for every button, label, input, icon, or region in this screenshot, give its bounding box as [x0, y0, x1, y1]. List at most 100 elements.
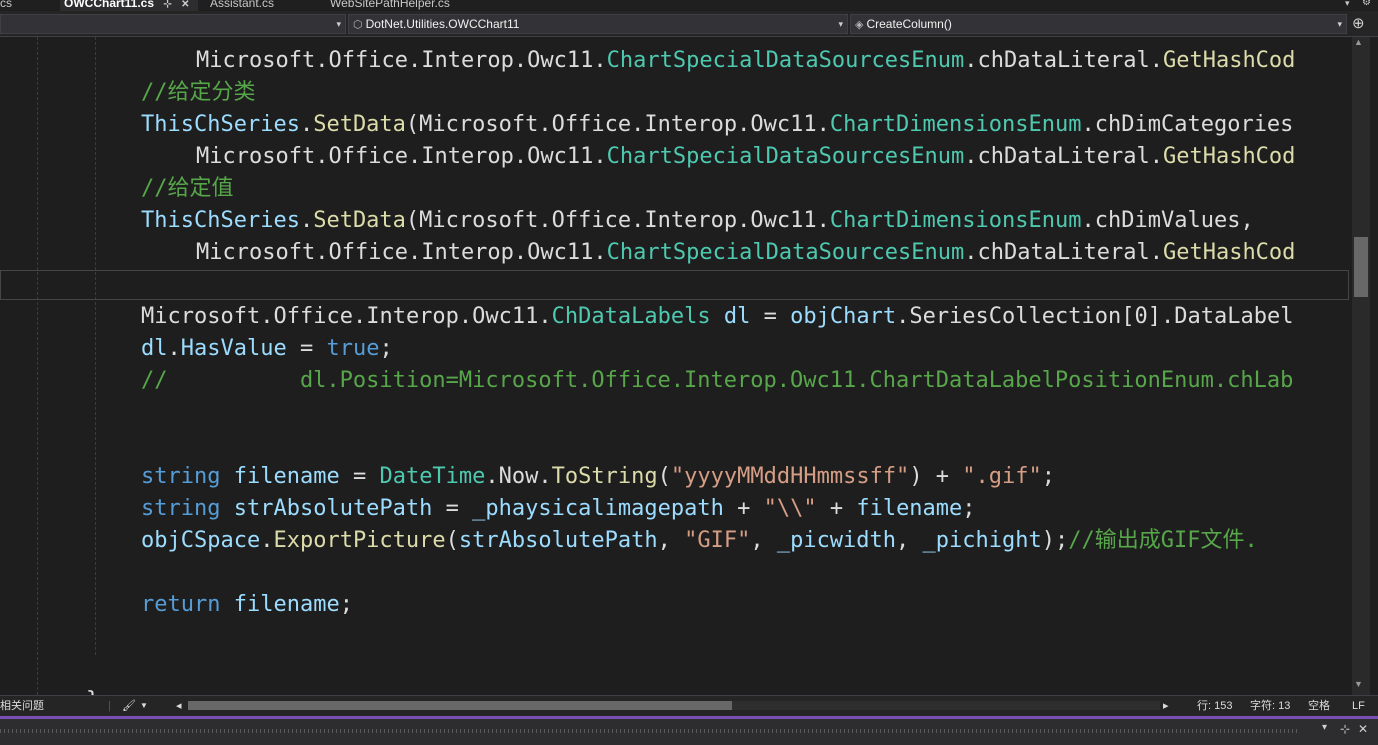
code-token: dl: [141, 336, 168, 361]
code-line[interactable]: objCSpace.ExportPicture(strAbsolutePath,…: [141, 525, 1258, 557]
code-editor[interactable]: Microsoft.Office.Interop.Owc11.ChartSpec…: [0, 37, 1350, 695]
code-line[interactable]: dl.HasValue = true;: [141, 333, 393, 365]
code-token: _phaysicalimagepath: [472, 496, 724, 521]
code-token: Office: [551, 112, 632, 137]
code-token: chDataLiteral: [977, 240, 1150, 265]
close-icon[interactable]: ✕: [1358, 722, 1368, 736]
class-combo-value: DotNet.Utilities.OWCChart11: [365, 17, 520, 31]
code-token: .: [260, 528, 274, 553]
member-combo[interactable]: ◈ CreateColumn() ▾: [850, 14, 1347, 34]
code-token: Owc11: [527, 240, 594, 265]
code-token: .: [631, 208, 645, 233]
code-line[interactable]: }: [86, 685, 99, 695]
line-indicator[interactable]: 行: 153: [1197, 696, 1232, 716]
code-token: .: [593, 144, 607, 169]
related-issues-label[interactable]: 相关问题: [0, 696, 44, 716]
code-token: Owc11: [750, 208, 817, 233]
code-line[interactable]: Microsoft.Office.Interop.Owc11.ChartSpec…: [196, 141, 1295, 173]
brush-icon[interactable]: 🖌: [122, 696, 136, 716]
code-token: //给定分类: [141, 80, 256, 105]
scroll-down-icon[interactable]: ▼: [1354, 679, 1363, 689]
code-token: .: [260, 304, 274, 329]
code-token: .: [896, 304, 910, 329]
code-line[interactable]: ThisChSeries.SetData(Microsoft.Office.In…: [141, 109, 1293, 141]
scroll-up-icon[interactable]: ▲: [1354, 37, 1363, 47]
code-token: .: [513, 240, 528, 265]
tab-assistant[interactable]: Assistant.cs: [210, 0, 274, 11]
code-token: Microsoft: [419, 112, 539, 137]
pin-icon[interactable]: ⊹: [163, 0, 171, 10]
vertical-scroll-track[interactable]: [1352, 37, 1370, 695]
chevron-down-icon[interactable]: ▼: [140, 696, 148, 716]
code-token: ThisChSeries: [141, 112, 300, 137]
code-token: ) +: [909, 464, 963, 489]
tab-overflow-icon[interactable]: ▾: [1345, 0, 1350, 11]
code-line[interactable]: ThisChSeries.SetData(Microsoft.Office.In…: [141, 205, 1254, 237]
code-token: (: [405, 208, 420, 233]
code-line[interactable]: Microsoft.Office.Interop.Owc11.ChDataLab…: [141, 301, 1293, 333]
code-line[interactable]: return filename;: [141, 589, 353, 621]
line-ending-indicator[interactable]: LF: [1352, 696, 1365, 716]
code-line[interactable]: //给定值: [141, 173, 234, 205]
code-token: .: [631, 112, 645, 137]
code-line[interactable]: //给定分类: [141, 77, 256, 109]
close-icon[interactable]: ✕: [181, 0, 189, 10]
code-token: _picwidth: [776, 528, 897, 553]
code-token: .: [964, 144, 978, 169]
code-token: .: [964, 240, 978, 265]
code-token: Owc11: [527, 144, 594, 169]
code-token: ThisChSeries: [141, 208, 300, 233]
code-token: (: [445, 528, 459, 553]
panel-menu-icon[interactable]: ▾: [1322, 722, 1327, 733]
code-token: Office: [328, 240, 408, 265]
code-token: objChart: [790, 304, 897, 329]
horizontal-scroll-thumb[interactable]: [188, 701, 732, 710]
code-token: //给定值: [141, 176, 234, 201]
code-line[interactable]: string filename = DateTime.Now.ToString(…: [141, 461, 1055, 493]
code-token: .: [816, 208, 830, 233]
vertical-scrollbar[interactable]: ▲ ▼: [1350, 37, 1378, 695]
code-token: .: [964, 48, 978, 73]
code-token: ,: [657, 528, 685, 553]
tab-websitepathhelper[interactable]: WebSitePathHelper.cs: [330, 0, 450, 11]
whitespace-indicator[interactable]: 空格: [1308, 696, 1330, 716]
code-token: ".gif": [962, 464, 1042, 489]
code-line[interactable]: string strAbsolutePath = _phaysicalimage…: [141, 493, 976, 525]
code-token: objCSpace: [141, 528, 261, 553]
code-line[interactable]: Microsoft.Office.Interop.Owc11.ChartSpec…: [196, 237, 1295, 269]
class-combo[interactable]: ⬡ DotNet.Utilities.OWCChart11 ▾: [348, 14, 848, 34]
settings-icon[interactable]: ⚙: [1362, 0, 1371, 11]
code-line[interactable]: // dl.Position=Microsoft.Office.Interop.…: [141, 365, 1293, 397]
panel-grip[interactable]: [0, 729, 1300, 733]
tab-strip: cs OWCChart11.cs ⊹ ✕ Assistant.cs WebSit…: [0, 0, 1378, 11]
code-token: ;: [962, 496, 976, 521]
code-token: .: [1081, 208, 1095, 233]
code-token: .: [1149, 48, 1163, 73]
scroll-right-icon[interactable]: ▸: [1163, 696, 1169, 716]
vertical-scroll-thumb[interactable]: [1354, 237, 1368, 297]
code-line[interactable]: Microsoft.Office.Interop.Owc11.ChartSpec…: [196, 45, 1295, 77]
code-token: // dl.Position=Microsoft.Office.Interop.…: [141, 368, 1294, 393]
scroll-left-icon[interactable]: ◂: [176, 696, 182, 716]
pin-icon[interactable]: ⊹: [1340, 722, 1350, 736]
code-token: chDataLiteral: [977, 48, 1150, 73]
code-token: +: [816, 496, 857, 521]
tab-previous[interactable]: cs: [0, 0, 12, 11]
indent-guide: [95, 37, 96, 655]
code-token: HasValue: [180, 336, 287, 361]
code-token: }: [86, 688, 99, 695]
code-token: ChartDimensionsEnum: [829, 208, 1082, 233]
code-token: .: [513, 48, 528, 73]
code-token: Microsoft: [196, 144, 316, 169]
code-token: .: [538, 112, 552, 137]
code-token: string: [141, 496, 221, 521]
code-token: +: [723, 496, 764, 521]
code-token: ,: [750, 528, 777, 553]
char-indicator[interactable]: 字符: 13: [1250, 696, 1290, 716]
code-token: (: [657, 464, 671, 489]
split-editor-icon[interactable]: ⊕: [1352, 14, 1365, 32]
project-combo[interactable]: ▾: [0, 14, 346, 34]
tab-owcchart11[interactable]: OWCChart11.cs ⊹ ✕: [60, 0, 198, 11]
